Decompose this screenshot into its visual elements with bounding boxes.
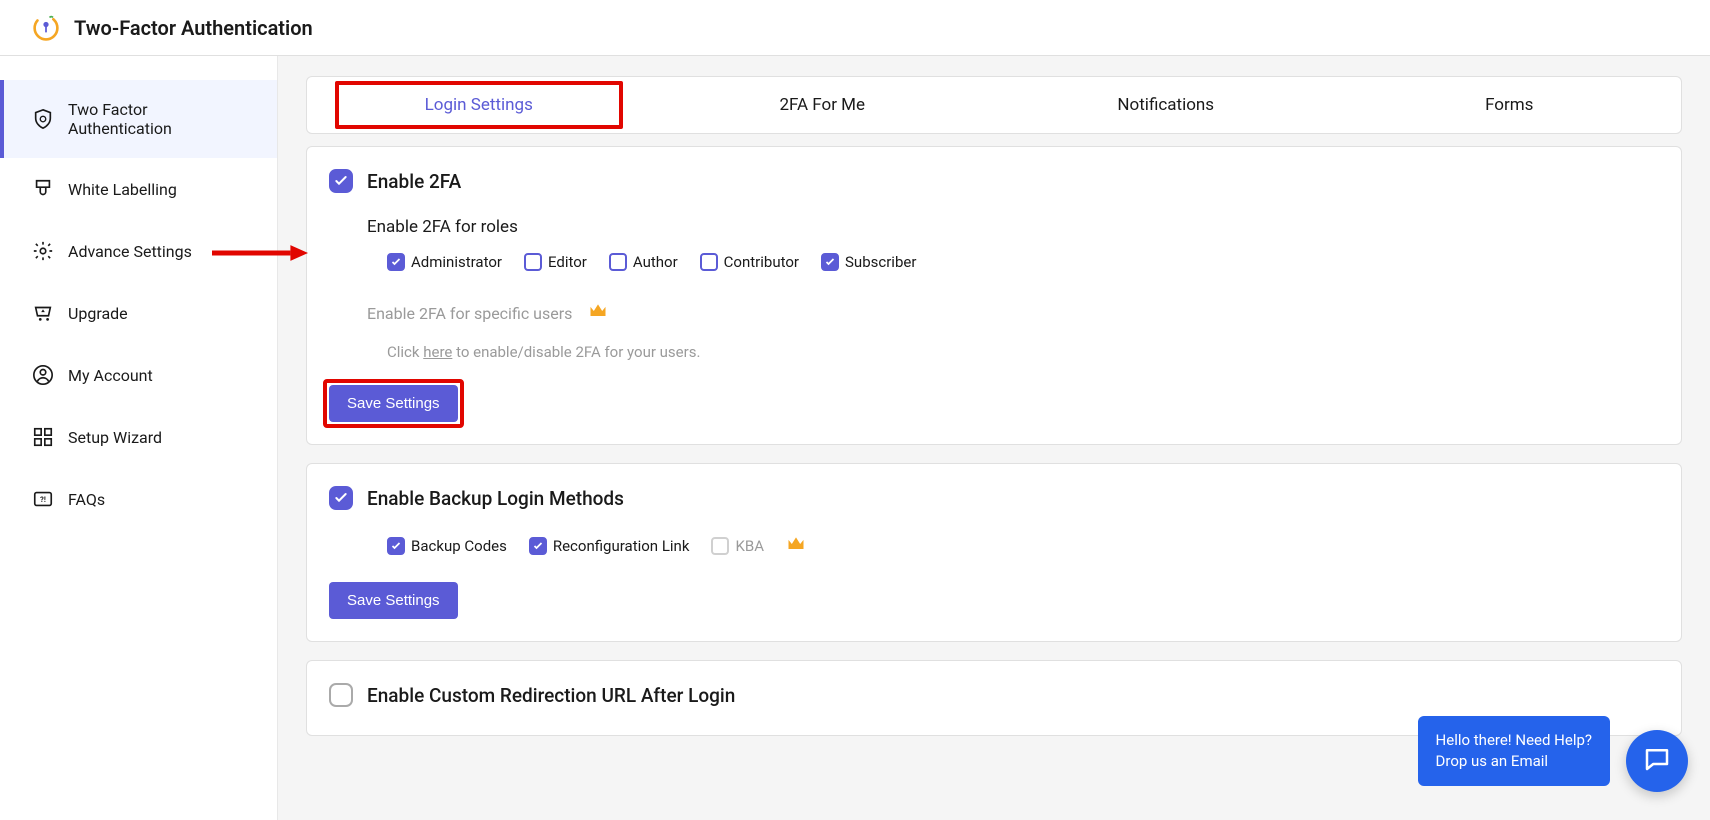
grid-icon: [32, 426, 54, 448]
enable-backup-checkbox[interactable]: [329, 486, 353, 510]
sidebar-item-upgrade[interactable]: Upgrade: [0, 282, 277, 344]
sidebar-item-my-account[interactable]: My Account: [0, 344, 277, 406]
sidebar-item-label: FAQs: [68, 490, 105, 509]
save-settings-button[interactable]: Save Settings: [329, 385, 458, 422]
role-administrator[interactable]: Administrator: [387, 253, 502, 271]
tab-label: Login Settings: [425, 95, 533, 115]
role-subscriber[interactable]: Subscriber: [821, 253, 916, 271]
tab-notifications[interactable]: Notifications: [994, 77, 1338, 133]
shield-icon: [32, 108, 54, 130]
role-checkbox[interactable]: [524, 253, 542, 271]
help-tooltip: Hello there! Need Help? Drop us an Email: [1418, 716, 1610, 786]
sidebar-item-advance-settings[interactable]: Advance Settings: [0, 220, 277, 282]
chat-button[interactable]: [1626, 730, 1688, 792]
tab-label: Notifications: [1117, 95, 1214, 115]
enable-redirect-checkbox[interactable]: [329, 683, 353, 707]
backup-checkbox-disabled: [711, 537, 729, 555]
faq-icon: ?!: [32, 488, 54, 510]
paintbrush-icon: [32, 178, 54, 200]
svg-text:?!: ?!: [40, 495, 46, 504]
help-line: Drop us an Email: [1436, 751, 1592, 772]
backup-option-reconfig[interactable]: Reconfiguration Link: [529, 537, 690, 555]
role-author[interactable]: Author: [609, 253, 678, 271]
sidebar-item-label: My Account: [68, 366, 153, 385]
sidebar-item-label: White Labelling: [68, 180, 177, 199]
sidebar-item-2fa[interactable]: Two Factor Authentication: [0, 80, 277, 158]
roles-label: Enable 2FA for roles: [367, 217, 1659, 237]
sidebar-item-setup-wizard[interactable]: Setup Wizard: [0, 406, 277, 468]
backup-login-card: Enable Backup Login Methods Backup Codes…: [306, 463, 1682, 642]
backup-label: KBA: [735, 537, 764, 555]
role-label: Editor: [548, 253, 587, 271]
hint-text: Click: [387, 343, 423, 361]
specific-users-hint: Click here to enable/disable 2FA for you…: [387, 343, 1659, 361]
role-checkbox[interactable]: [387, 253, 405, 271]
sidebar-item-label: Upgrade: [68, 304, 128, 323]
crown-icon: [786, 534, 806, 558]
role-checkbox[interactable]: [609, 253, 627, 271]
role-label: Contributor: [724, 253, 799, 271]
role-label: Author: [633, 253, 678, 271]
tab-forms[interactable]: Forms: [1338, 77, 1682, 133]
crown-icon: [588, 301, 608, 325]
enable-2fa-title: Enable 2FA: [367, 170, 461, 193]
backup-option-codes[interactable]: Backup Codes: [387, 537, 507, 555]
brand-logo-icon: [32, 14, 60, 42]
specific-users-label: Enable 2FA for specific users: [367, 304, 572, 323]
hint-link[interactable]: here: [423, 343, 452, 361]
backup-option-kba: KBA: [711, 537, 764, 555]
sidebar-item-faqs[interactable]: ?! FAQs: [0, 468, 277, 530]
chat-icon: [1642, 744, 1672, 778]
tab-2fa-for-me[interactable]: 2FA For Me: [651, 77, 995, 133]
backup-checkbox[interactable]: [529, 537, 547, 555]
hint-text: to enable/disable 2FA for your users.: [452, 343, 700, 361]
tab-login-settings[interactable]: Login Settings: [307, 77, 651, 133]
gear-icon: [32, 240, 54, 262]
sidebar-item-label: Advance Settings: [68, 242, 192, 261]
enable-2fa-card: Enable 2FA Enable 2FA for roles Administ…: [306, 146, 1682, 445]
help-line: Hello there! Need Help?: [1436, 730, 1592, 751]
user-circle-icon: [32, 364, 54, 386]
main-content: Login Settings 2FA For Me Notifications …: [278, 56, 1710, 820]
save-settings-button[interactable]: Save Settings: [329, 582, 458, 619]
backup-label: Reconfiguration Link: [553, 537, 690, 555]
backup-checkbox[interactable]: [387, 537, 405, 555]
cart-icon: [32, 302, 54, 324]
role-checkbox[interactable]: [821, 253, 839, 271]
sidebar-item-white-labelling[interactable]: White Labelling: [0, 158, 277, 220]
backup-label: Backup Codes: [411, 537, 507, 555]
role-label: Administrator: [411, 253, 502, 271]
role-editor[interactable]: Editor: [524, 253, 587, 271]
sidebar: Two Factor Authentication White Labellin…: [0, 56, 278, 820]
role-checkbox[interactable]: [700, 253, 718, 271]
redirect-title: Enable Custom Redirection URL After Logi…: [367, 684, 735, 707]
tab-label: Forms: [1485, 95, 1533, 115]
sidebar-item-label: Setup Wizard: [68, 428, 162, 447]
topbar: Two-Factor Authentication: [0, 0, 1710, 56]
backup-title: Enable Backup Login Methods: [367, 487, 624, 510]
role-contributor[interactable]: Contributor: [700, 253, 799, 271]
tabs: Login Settings 2FA For Me Notifications …: [306, 76, 1682, 134]
sidebar-item-label: Two Factor Authentication: [68, 100, 249, 138]
enable-2fa-checkbox[interactable]: [329, 169, 353, 193]
role-label: Subscriber: [845, 253, 916, 271]
page-title: Two-Factor Authentication: [74, 16, 313, 40]
tab-label: 2FA For Me: [779, 95, 865, 115]
